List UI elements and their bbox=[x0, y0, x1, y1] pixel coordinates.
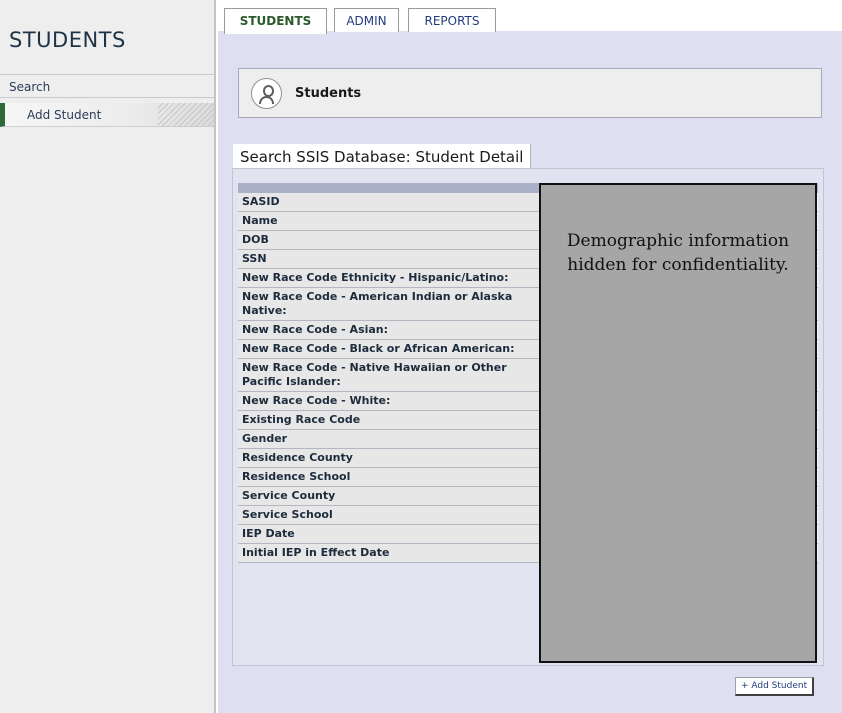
field-label-ssn: SSN bbox=[238, 249, 539, 269]
field-label-race-black: New Race Code - Black or African America… bbox=[238, 339, 539, 359]
sidebar-item-add-student[interactable]: Add Student bbox=[0, 103, 214, 127]
add-student-button[interactable]: + Add Student bbox=[735, 677, 815, 696]
tab-reports[interactable]: REPORTS bbox=[408, 8, 496, 32]
hatch-decoration bbox=[158, 103, 214, 127]
field-label-name: Name bbox=[238, 211, 539, 231]
sidebar-item-label: Add Student bbox=[27, 108, 102, 122]
page-title: Students bbox=[295, 86, 362, 101]
user-icon-body bbox=[259, 96, 274, 104]
sidebar-title: STUDENTS bbox=[9, 28, 126, 52]
field-label-race-hispanic: New Race Code Ethnicity - Hispanic/Latin… bbox=[238, 268, 539, 288]
tab-students[interactable]: STUDENTS bbox=[224, 8, 327, 34]
field-label-residence-county: Residence County bbox=[238, 448, 539, 468]
field-label-residence-school: Residence School bbox=[238, 467, 539, 487]
field-label-race-american-indian: New Race Code - American Indian or Alask… bbox=[238, 287, 539, 321]
tab-admin[interactable]: ADMIN bbox=[334, 8, 399, 32]
field-label-race-asian: New Race Code - Asian: bbox=[238, 320, 539, 340]
redaction-note: Demographic information hidden for confi… bbox=[566, 231, 790, 275]
field-label-iep-date: IEP Date bbox=[238, 524, 539, 544]
field-label-service-county: Service County bbox=[238, 486, 539, 506]
field-label-sasid: SASID bbox=[238, 193, 539, 212]
sidebar: STUDENTS Search Add Student bbox=[0, 0, 216, 713]
sidebar-item-search[interactable]: Search bbox=[0, 74, 214, 98]
user-icon bbox=[251, 78, 282, 109]
field-label-race-white: New Race Code - White: bbox=[238, 391, 539, 411]
table-header-cell bbox=[238, 183, 539, 193]
field-label-race-pacific-islander: New Race Code - Native Hawaiian or Other… bbox=[238, 358, 539, 392]
field-label-existing-race-code: Existing Race Code bbox=[238, 410, 539, 430]
field-label-initial-iep-date: Initial IEP in Effect Date bbox=[238, 543, 539, 563]
section-title: Search SSIS Database: Student Detail bbox=[233, 144, 532, 169]
field-label-service-school: Service School bbox=[238, 505, 539, 525]
field-label-gender: Gender bbox=[238, 429, 539, 449]
field-label-dob: DOB bbox=[238, 230, 539, 250]
redaction-overlay: Demographic information hidden for confi… bbox=[539, 183, 817, 663]
page-header: Students bbox=[238, 68, 822, 118]
